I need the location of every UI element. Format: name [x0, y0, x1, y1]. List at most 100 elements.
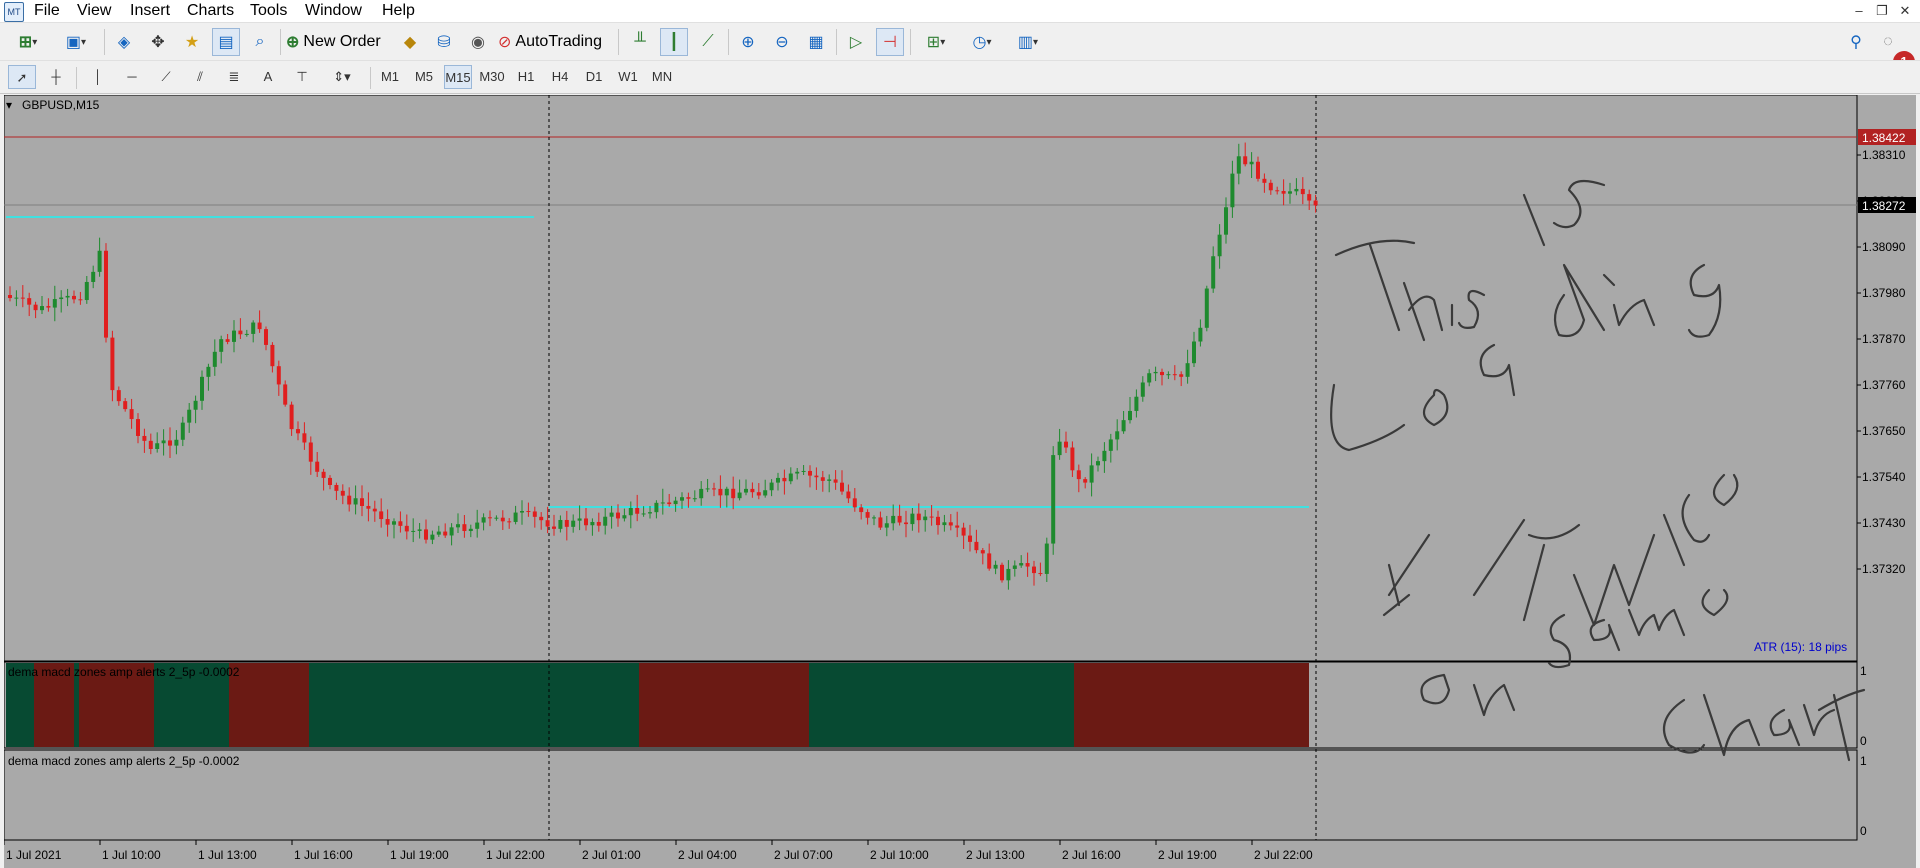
line-chart-icon[interactable]: ⟋ [694, 28, 722, 56]
macd-zone [1009, 663, 1074, 747]
price-chart[interactable]: ▾ GBPUSD,M15 ATR (15): 18 pips dema macd… [4, 95, 1916, 868]
favorites-icon[interactable]: ★ [178, 28, 206, 56]
candle-body [993, 564, 998, 569]
price-scale-label: 1.38310 [1862, 148, 1906, 162]
menu-help[interactable]: Help [382, 1, 415, 21]
candle-body [116, 390, 121, 402]
candle-body [692, 498, 697, 500]
candlestick-chart-icon[interactable]: ┃ [660, 28, 688, 56]
zoom-out-icon[interactable]: ⊖ [768, 28, 796, 56]
candle-body [379, 511, 384, 520]
strategy-tester-icon[interactable]: ⌕ [246, 28, 274, 56]
equidistant-channel-icon[interactable]: ⫽ [186, 65, 214, 89]
timeframe-m5[interactable]: M5 [410, 65, 438, 89]
time-axis-label: 1 Jul 10:00 [102, 848, 161, 862]
candle-body [590, 521, 595, 526]
candle-body [200, 376, 204, 401]
crosshair-icon[interactable]: ┼ [42, 65, 70, 89]
market-icon[interactable]: ⛁ [430, 28, 458, 56]
candle-body [411, 530, 416, 532]
search-icon[interactable]: ⚲ [1842, 28, 1870, 56]
timeframe-mn[interactable]: MN [648, 65, 676, 89]
timeframe-d1[interactable]: D1 [580, 65, 608, 89]
timeframe-m1[interactable]: M1 [376, 65, 404, 89]
candle-body [20, 297, 25, 299]
candle-body [78, 299, 83, 301]
fibonacci-icon[interactable]: ≣ [220, 65, 248, 89]
metaeditor-icon[interactable]: ◆ [396, 28, 424, 56]
text-label-icon[interactable]: ⊤ [288, 65, 316, 89]
candle-body [270, 344, 275, 367]
candle-body [1051, 455, 1056, 544]
candle-body [110, 337, 115, 391]
minimize-button[interactable]: – [1849, 1, 1869, 21]
menu-tools[interactable]: Tools [250, 1, 287, 21]
candle-body [225, 339, 230, 342]
arrows-icon[interactable]: ⇕▾ [322, 65, 362, 89]
vertical-line-icon[interactable]: │ [84, 65, 112, 89]
candle-body [808, 470, 812, 476]
autotrading-button[interactable]: ⊘ AutoTrading [498, 28, 612, 56]
menu-charts[interactable]: Charts [187, 1, 234, 21]
signals-icon[interactable]: ◉ [464, 28, 492, 56]
horizontal-line-icon[interactable]: ─ [118, 65, 146, 89]
menu-window[interactable]: Window [305, 1, 362, 21]
profiles-icon[interactable]: ▣ ▾ [56, 28, 96, 56]
cursor-icon[interactable]: ➚ [8, 65, 36, 89]
zoom-in-icon[interactable]: ⊕ [734, 28, 762, 56]
candle-body [891, 515, 896, 524]
candle-body [1000, 564, 1004, 581]
bar-chart-icon[interactable]: ╨ [626, 28, 654, 56]
candle-body [1160, 371, 1164, 376]
timeframe-w1[interactable]: W1 [614, 65, 642, 89]
candle-body [948, 522, 953, 526]
timeframe-h4[interactable]: H4 [546, 65, 574, 89]
price-scale-label: 1.38090 [1862, 240, 1906, 254]
timeframe-m15[interactable]: M15 [444, 65, 472, 89]
candle-body [340, 490, 345, 496]
menu-insert[interactable]: Insert [130, 1, 170, 21]
candle-body [436, 531, 441, 535]
text-icon[interactable]: A [254, 65, 282, 89]
indicators-icon[interactable]: ⊞ ▾ [916, 28, 956, 56]
candle-body [942, 522, 947, 526]
navigator-icon[interactable]: ✥ [144, 28, 172, 56]
tile-windows-icon[interactable]: ▦ [802, 28, 830, 56]
periods-icon[interactable]: ◷ ▾ [962, 28, 1002, 56]
candle-body [545, 520, 550, 527]
candle-body [814, 475, 819, 478]
timeframe-h1[interactable]: H1 [512, 65, 540, 89]
templates-icon[interactable]: ▥ ▾ [1008, 28, 1048, 56]
restore-button[interactable]: ❐ [1872, 1, 1892, 21]
candle-body [155, 443, 160, 450]
trendline-icon[interactable]: ⟋ [152, 65, 180, 89]
close-button[interactable]: ✕ [1895, 1, 1915, 21]
candle-body [123, 401, 128, 410]
candle-body [1268, 182, 1273, 191]
candle-body [769, 482, 774, 491]
candle-body [1128, 410, 1132, 421]
candle-body [827, 479, 832, 481]
menu-view[interactable]: View [77, 1, 111, 21]
current-price-tag: 1.38272 [1862, 199, 1906, 213]
time-axis-label: 2 Jul 01:00 [582, 848, 641, 862]
candle-body [1076, 470, 1081, 480]
candle-body [1313, 200, 1318, 206]
chart-shift-icon[interactable]: ⊣ [876, 28, 904, 56]
new-chart-icon[interactable]: ⊞ ▾ [8, 28, 48, 56]
new-order-label: New Order [303, 33, 381, 50]
main-pane-frame [4, 95, 1858, 662]
candle-body [852, 498, 857, 508]
auto-scroll-icon[interactable]: ▷ [842, 28, 870, 56]
candle-body [404, 525, 409, 532]
candle-body [1249, 161, 1254, 165]
indicator-2-scale-bottom: 0 [1860, 824, 1867, 838]
candle-body [628, 507, 633, 516]
candle-body [718, 488, 723, 496]
menu-file[interactable]: File [34, 1, 60, 21]
market-watch-icon[interactable]: ◈ [110, 28, 138, 56]
new-order-button[interactable]: ⊕ New Order [286, 28, 390, 56]
chart-window[interactable]: ▾ GBPUSD,M15 ATR (15): 18 pips dema macd… [4, 95, 1916, 868]
timeframe-m30[interactable]: M30 [478, 65, 506, 89]
terminal-icon[interactable]: ▤ [212, 28, 240, 56]
